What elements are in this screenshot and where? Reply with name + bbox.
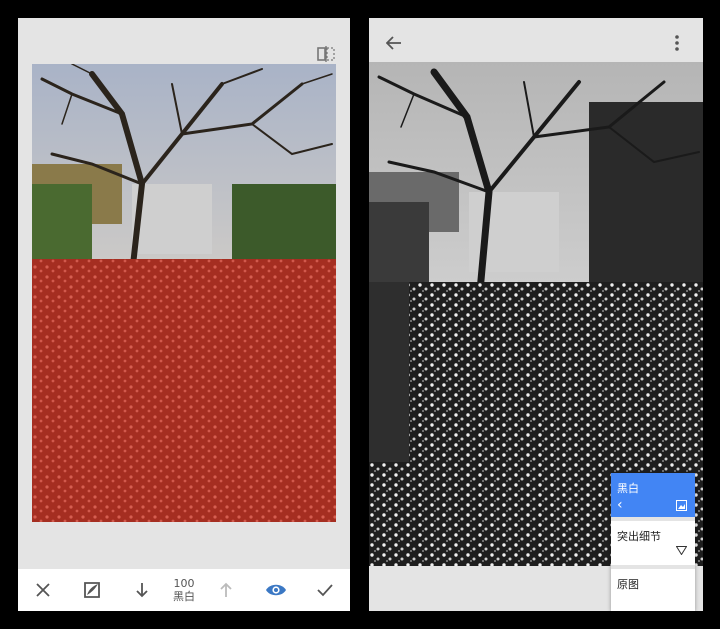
menu-item-detail[interactable]: 突出细节 xyxy=(611,521,695,565)
view-mask-button[interactable] xyxy=(258,572,294,608)
brush-value: 100 xyxy=(173,577,195,590)
chevron-left-icon[interactable]: ‹ xyxy=(617,497,623,513)
menu-item-label: 突出细节 xyxy=(617,530,661,543)
apply-button[interactable] xyxy=(307,572,343,608)
brush-mask-button[interactable] xyxy=(74,572,110,608)
arrow-back-icon xyxy=(386,36,401,50)
brush-value-display: 100 黑白 xyxy=(173,577,195,603)
menu-item-black-white[interactable]: 黑白 ‹ xyxy=(611,473,695,517)
blend-mode-menu: 黑白 ‹ 突出细节 原图 xyxy=(611,473,695,611)
image-icon xyxy=(676,500,687,514)
decrease-button[interactable] xyxy=(124,572,160,608)
more-vert-icon xyxy=(675,35,679,51)
back-button[interactable] xyxy=(383,32,405,54)
check-icon xyxy=(317,584,333,597)
close-icon xyxy=(36,583,50,597)
menu-item-label: 黑白 xyxy=(617,482,639,495)
menu-item-original[interactable]: 原图 xyxy=(611,569,695,611)
arrow-up-icon xyxy=(220,582,233,597)
compare-split-icon[interactable] xyxy=(314,44,338,64)
left-editor-panel: 100 黑白 xyxy=(18,18,350,611)
arrow-down-icon xyxy=(135,583,148,598)
cancel-button[interactable] xyxy=(25,572,61,608)
increase-button[interactable] xyxy=(208,572,244,608)
triangle-down-icon xyxy=(675,545,688,558)
menu-item-label: 原图 xyxy=(617,578,639,591)
brush-mode-label: 黑白 xyxy=(172,590,195,603)
brush-mask-icon xyxy=(84,582,101,598)
selection-mask-overlay xyxy=(32,259,336,522)
eye-icon xyxy=(265,584,286,596)
right-result-panel: 黑白 ‹ 突出细节 原图 xyxy=(369,18,703,611)
more-options-button[interactable] xyxy=(667,32,687,54)
photo-canvas[interactable] xyxy=(32,64,336,522)
bottom-toolbar: 100 黑白 xyxy=(18,569,350,611)
